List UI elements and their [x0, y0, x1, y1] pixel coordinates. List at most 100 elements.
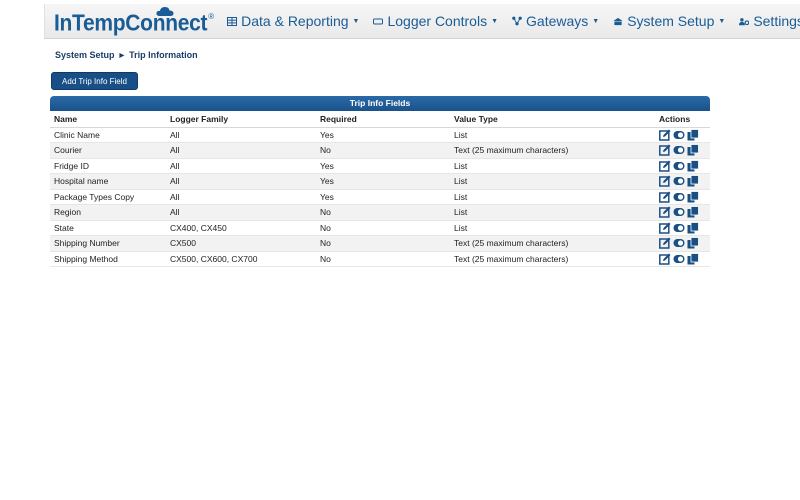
- cell-required: No: [316, 251, 450, 267]
- toggle-icon[interactable]: [673, 191, 685, 203]
- header-value-type: Value Type: [450, 111, 655, 128]
- caret-down-icon: ▼: [491, 17, 499, 25]
- table-row: Hospital name All Yes List: [50, 173, 710, 190]
- cell-logger-family: All: [166, 204, 316, 221]
- cell-name: Courier: [50, 142, 166, 159]
- table-row: Shipping Number CX500 No Text (25 maximum c…: [50, 235, 710, 252]
- menu-logger-controls[interactable]: Logger Controls ▼: [366, 4, 505, 39]
- cell-required: Yes: [316, 189, 450, 205]
- table-row: Region All No List: [50, 204, 710, 221]
- cell-value-type: List: [450, 158, 655, 174]
- cell-logger-family: All: [166, 127, 316, 143]
- cell-logger-family: CX500, CX600, CX700: [166, 251, 316, 267]
- add-trip-info-field-button[interactable]: Add Trip Info Field: [51, 72, 138, 90]
- header-name: Name: [50, 111, 166, 128]
- cell-value-type: List: [450, 127, 655, 143]
- menu-settings[interactable]: Settings ▼: [732, 4, 800, 39]
- table-row: Courier All No Text (25 maximum characters): [50, 142, 710, 159]
- cell-actions: [655, 235, 710, 252]
- toggle-icon[interactable]: [673, 175, 685, 187]
- brand-logo[interactable]: InTempConnect ®: [54, 4, 214, 39]
- header-logger-family: Logger Family: [166, 111, 316, 128]
- cell-name: Shipping Method: [50, 251, 166, 267]
- edit-icon[interactable]: [659, 222, 671, 234]
- device-icon: [373, 16, 384, 26]
- cell-actions: [655, 158, 710, 174]
- registered-mark: ®: [208, 11, 215, 21]
- copy-icon[interactable]: [687, 128, 699, 141]
- toggle-icon[interactable]: [673, 222, 685, 234]
- edit-icon[interactable]: [659, 129, 671, 141]
- edit-icon[interactable]: [659, 191, 671, 203]
- cell-actions: [655, 220, 710, 236]
- edit-icon[interactable]: [659, 175, 671, 187]
- toggle-icon[interactable]: [673, 160, 685, 172]
- toggle-icon[interactable]: [673, 129, 685, 141]
- network-icon: [512, 16, 522, 26]
- cell-logger-family: All: [166, 189, 316, 205]
- edit-icon[interactable]: [659, 237, 671, 249]
- breadcrumb-parent[interactable]: System Setup: [55, 50, 115, 60]
- cell-actions: [655, 127, 710, 143]
- brand-name: InTempConnect: [54, 10, 208, 36]
- edit-icon[interactable]: [659, 253, 671, 265]
- cell-logger-family: CX500: [166, 235, 316, 252]
- table-row: Shipping Method CX500, CX600, CX700 No Text…: [50, 251, 710, 267]
- caret-down-icon: ▼: [592, 17, 600, 25]
- cell-required: Yes: [316, 173, 450, 190]
- edit-icon[interactable]: [659, 160, 671, 172]
- copy-icon[interactable]: [687, 237, 699, 249]
- copy-icon[interactable]: [687, 175, 699, 187]
- copy-icon[interactable]: [687, 190, 699, 203]
- edit-icon[interactable]: [659, 206, 671, 218]
- cell-logger-family: All: [166, 142, 316, 159]
- toggle-icon[interactable]: [673, 206, 685, 218]
- cell-value-type: List: [450, 173, 655, 190]
- copy-icon[interactable]: [687, 206, 699, 218]
- cell-required: Yes: [316, 127, 450, 143]
- table-row: Clinic Name All Yes List: [50, 127, 710, 143]
- header-actions: Actions: [655, 111, 710, 128]
- cell-name: Region: [50, 204, 166, 221]
- cell-logger-family: All: [166, 158, 316, 174]
- toggle-icon[interactable]: [673, 237, 685, 249]
- building-icon: [613, 16, 623, 26]
- menu-system-setup[interactable]: System Setup ▼: [606, 4, 732, 39]
- caret-right-icon: ▶: [119, 52, 125, 59]
- main-menu: Data & Reporting ▼ Logger Controls ▼ Gat…: [220, 4, 800, 39]
- cell-name: Hospital name: [50, 173, 166, 190]
- caret-down-icon: ▼: [352, 17, 360, 25]
- table-header-row: Name Logger Family Required Value Type A…: [50, 111, 710, 128]
- menu-label: Data & Reporting: [241, 13, 349, 29]
- cell-required: Yes: [316, 158, 450, 174]
- users-settings-icon: [739, 16, 750, 26]
- menu-data-reporting[interactable]: Data & Reporting ▼: [220, 4, 366, 39]
- cell-actions: [655, 251, 710, 267]
- copy-icon[interactable]: [687, 159, 699, 172]
- row-actions: [659, 128, 706, 141]
- cell-value-type: List: [450, 220, 655, 236]
- header-required: Required: [316, 111, 450, 128]
- trip-info-panel: Trip Info Fields Name Logger Family Requ…: [50, 96, 710, 267]
- toggle-icon[interactable]: [673, 253, 685, 265]
- edit-icon[interactable]: [659, 144, 671, 156]
- cell-required: No: [316, 235, 450, 252]
- menu-label: Settings: [753, 13, 800, 29]
- menu-label: System Setup: [627, 13, 715, 29]
- menu-label: Gateways: [526, 13, 589, 29]
- cell-value-type: Text (25 maximum characters): [450, 235, 655, 252]
- toggle-icon[interactable]: [673, 144, 685, 156]
- row-actions: [659, 252, 706, 265]
- table-row: Package Types Copy All Yes List: [50, 189, 710, 205]
- breadcrumb-current: Trip Information: [129, 50, 198, 60]
- caret-down-icon: ▼: [718, 17, 726, 25]
- row-actions: [659, 190, 706, 203]
- copy-icon[interactable]: [687, 144, 699, 156]
- row-actions: [659, 144, 706, 156]
- row-actions: [659, 175, 706, 187]
- copy-icon[interactable]: [687, 252, 699, 265]
- copy-icon[interactable]: [687, 221, 699, 234]
- table-row: State CX400, CX450 No List: [50, 220, 710, 236]
- cell-name: Fridge ID: [50, 158, 166, 174]
- menu-gateways[interactable]: Gateways ▼: [505, 4, 606, 39]
